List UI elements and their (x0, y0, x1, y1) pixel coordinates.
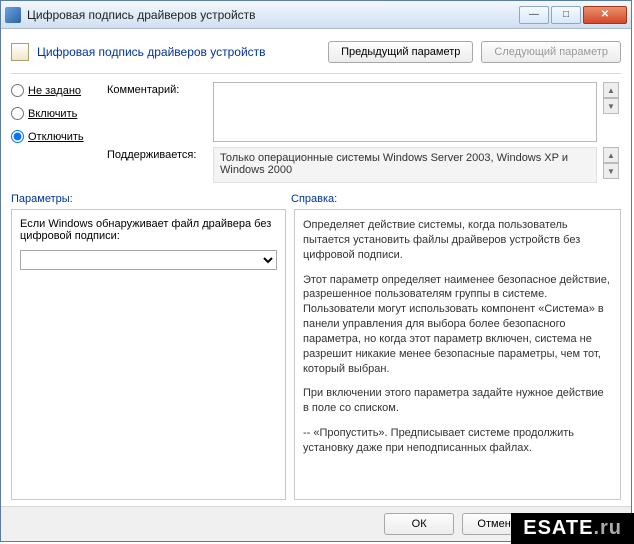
panels: Если Windows обнаруживает файл драйвера … (11, 209, 621, 500)
radio-enable-input[interactable] (11, 107, 24, 120)
next-setting-button: Следующий параметр (481, 41, 621, 63)
watermark-suffix: .ru (593, 517, 622, 539)
action-combo[interactable] (20, 250, 277, 270)
titlebar[interactable]: Цифровая подпись драйверов устройств — □… (1, 1, 631, 29)
supported-text: Только операционные системы Windows Serv… (213, 147, 597, 183)
window-title: Цифровая подпись драйверов устройств (27, 8, 517, 22)
help-paragraph: При включении этого параметра задайте ну… (303, 386, 612, 416)
radio-enable[interactable]: Включить (11, 107, 101, 120)
radio-disable-label: Отключить (28, 131, 84, 143)
header-row: Цифровая подпись драйверов устройств Пре… (11, 37, 621, 74)
radio-not-set-input[interactable] (11, 84, 24, 97)
scroll-up-icon[interactable]: ▲ (603, 147, 619, 163)
help-panel: Определяет действие системы, когда польз… (294, 209, 621, 500)
params-text: Если Windows обнаруживает файл драйвера … (20, 218, 277, 242)
help-paragraph: -- «Пропустить». Предписывает системе пр… (303, 426, 612, 456)
radio-not-set[interactable]: Не задано (11, 84, 101, 97)
help-paragraph: Определяет действие системы, когда польз… (303, 218, 612, 263)
app-icon (5, 7, 21, 23)
policy-title: Цифровая подпись драйверов устройств (37, 45, 328, 59)
nav-buttons: Предыдущий параметр Следующий параметр (328, 41, 621, 63)
radio-disable-input[interactable] (11, 130, 24, 143)
params-panel: Если Windows обнаруживает файл драйвера … (11, 209, 286, 500)
prev-setting-button[interactable]: Предыдущий параметр (328, 41, 473, 63)
comment-label: Комментарий: (107, 82, 207, 96)
radio-not-set-label: Не задано (28, 85, 81, 97)
scroll-down-icon[interactable]: ▼ (603, 163, 619, 179)
top-grid: Не задано Включить Отключить Комментарий… (11, 82, 621, 183)
supported-label: Поддерживается: (107, 147, 207, 161)
comment-scrollbar: ▲ ▼ (603, 82, 619, 114)
content-area: Цифровая подпись драйверов устройств Пре… (1, 29, 631, 506)
help-section-label: Справка: (291, 193, 337, 205)
dialog-window: Цифровая подпись драйверов устройств — □… (0, 0, 632, 542)
policy-icon (11, 43, 29, 61)
maximize-button[interactable]: □ (551, 6, 581, 24)
radio-disable[interactable]: Отключить (11, 130, 101, 143)
watermark-text: ESATE (523, 517, 593, 539)
radio-enable-label: Включить (28, 108, 77, 120)
radio-group: Не задано Включить Отключить (11, 82, 101, 143)
scroll-up-icon[interactable]: ▲ (603, 82, 619, 98)
help-paragraph: Этот параметр определяет наименее безопа… (303, 273, 612, 377)
scroll-down-icon[interactable]: ▼ (603, 98, 619, 114)
minimize-button[interactable]: — (519, 6, 549, 24)
watermark: ESATE.ru (511, 513, 634, 544)
section-labels: Параметры: Справка: (11, 193, 621, 205)
supported-scrollbar: ▲ ▼ (603, 147, 619, 179)
params-section-label: Параметры: (11, 193, 291, 205)
ok-button[interactable]: ОК (384, 513, 454, 535)
comment-textarea[interactable] (213, 82, 597, 142)
close-button[interactable]: ✕ (583, 6, 627, 24)
window-buttons: — □ ✕ (517, 6, 627, 24)
